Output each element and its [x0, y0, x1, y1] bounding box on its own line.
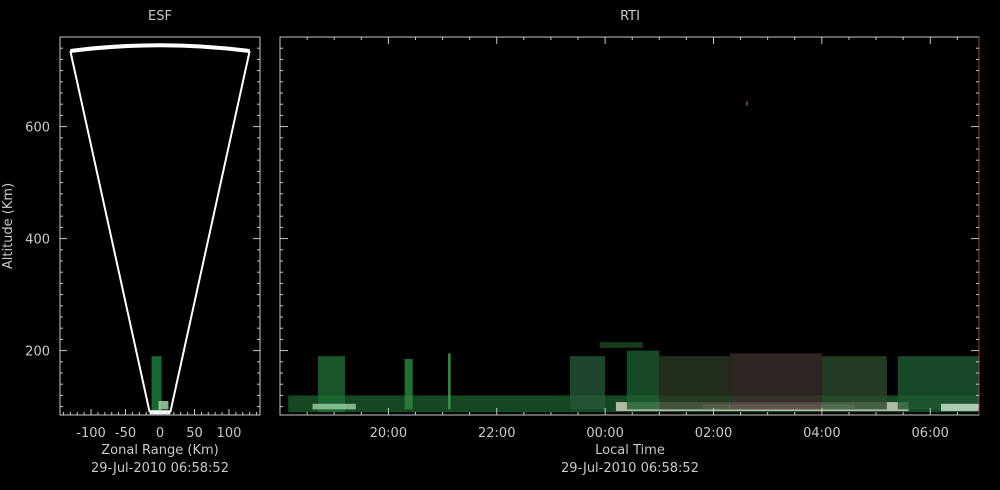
esf-x-tick-label: 0 [156, 426, 164, 441]
rti-echo-band-4 [404, 359, 413, 410]
esf-y-tick-label: 400 [25, 233, 50, 248]
rti-xlabel: Local Time [595, 443, 665, 458]
esf-rti-figure: ESF -100 -50 0 50 100 200 400 600 Zonal Range … [1, 9, 980, 476]
rti-echo-band-8 [659, 356, 730, 410]
rti-echo-band-13 [941, 403, 979, 412]
esf-panel: ESF -100 -50 0 50 100 200 400 600 Zonal Range … [1, 9, 261, 476]
rti-timestamp: 29-Jul-2010 06:58:52 [561, 461, 699, 476]
esf-x-tick-label: 50 [186, 426, 203, 441]
rti-echo-band-14 [312, 403, 356, 410]
esf-xlabel: Zonal Range (Km) [101, 443, 218, 458]
esf-x-axis: -100 -50 0 50 100 [62, 409, 258, 441]
rti-echo-layer [288, 101, 979, 413]
rti-echo-band-15 [746, 101, 748, 106]
esf-x-tick-label: 100 [217, 426, 242, 441]
esf-timestamp: 29-Jul-2010 06:58:52 [91, 461, 229, 476]
rti-echo-band-7 [626, 350, 660, 410]
esf-y-tick-label: 600 [25, 121, 50, 136]
rti-echo-band-9 [729, 353, 822, 410]
rti-x-tick-label: 02:00 [695, 426, 732, 441]
esf-fan-outer-arc [70, 43, 250, 53]
rti-x-tick-label: 06:00 [911, 426, 948, 441]
esf-echo-1 [158, 401, 169, 410]
rti-echo-band-5 [447, 353, 451, 410]
rti-x-tick-label: 22:00 [478, 426, 515, 441]
esf-fan-right-edge [169, 50, 251, 413]
rti-echo-band-6 [569, 356, 606, 410]
rti-x-tick-label: 00:00 [586, 426, 623, 441]
esf-x-tick-label: -50 [115, 426, 136, 441]
rti-x-tick-label: 04:00 [803, 426, 840, 441]
rti-x-tick-label: 20:00 [370, 426, 407, 441]
rti-echo-band-10 [821, 356, 887, 410]
rti-echo-band-12 [599, 342, 644, 348]
esf-x-tick-label: -100 [76, 426, 106, 441]
rti-panel: RTI 20:00 22:00 00:00 02:00 04:00 06:00 Local… [279, 9, 980, 476]
rti-echo-band-11 [897, 356, 979, 410]
esf-echo-layer [151, 356, 169, 413]
esf-y-tick-label: 200 [25, 345, 50, 360]
esf-title: ESF [148, 9, 172, 24]
rti-title: RTI [620, 9, 640, 24]
esf-fan-left-edge [69, 50, 151, 413]
esf-ylabel: Altitude (Km) [1, 183, 16, 269]
